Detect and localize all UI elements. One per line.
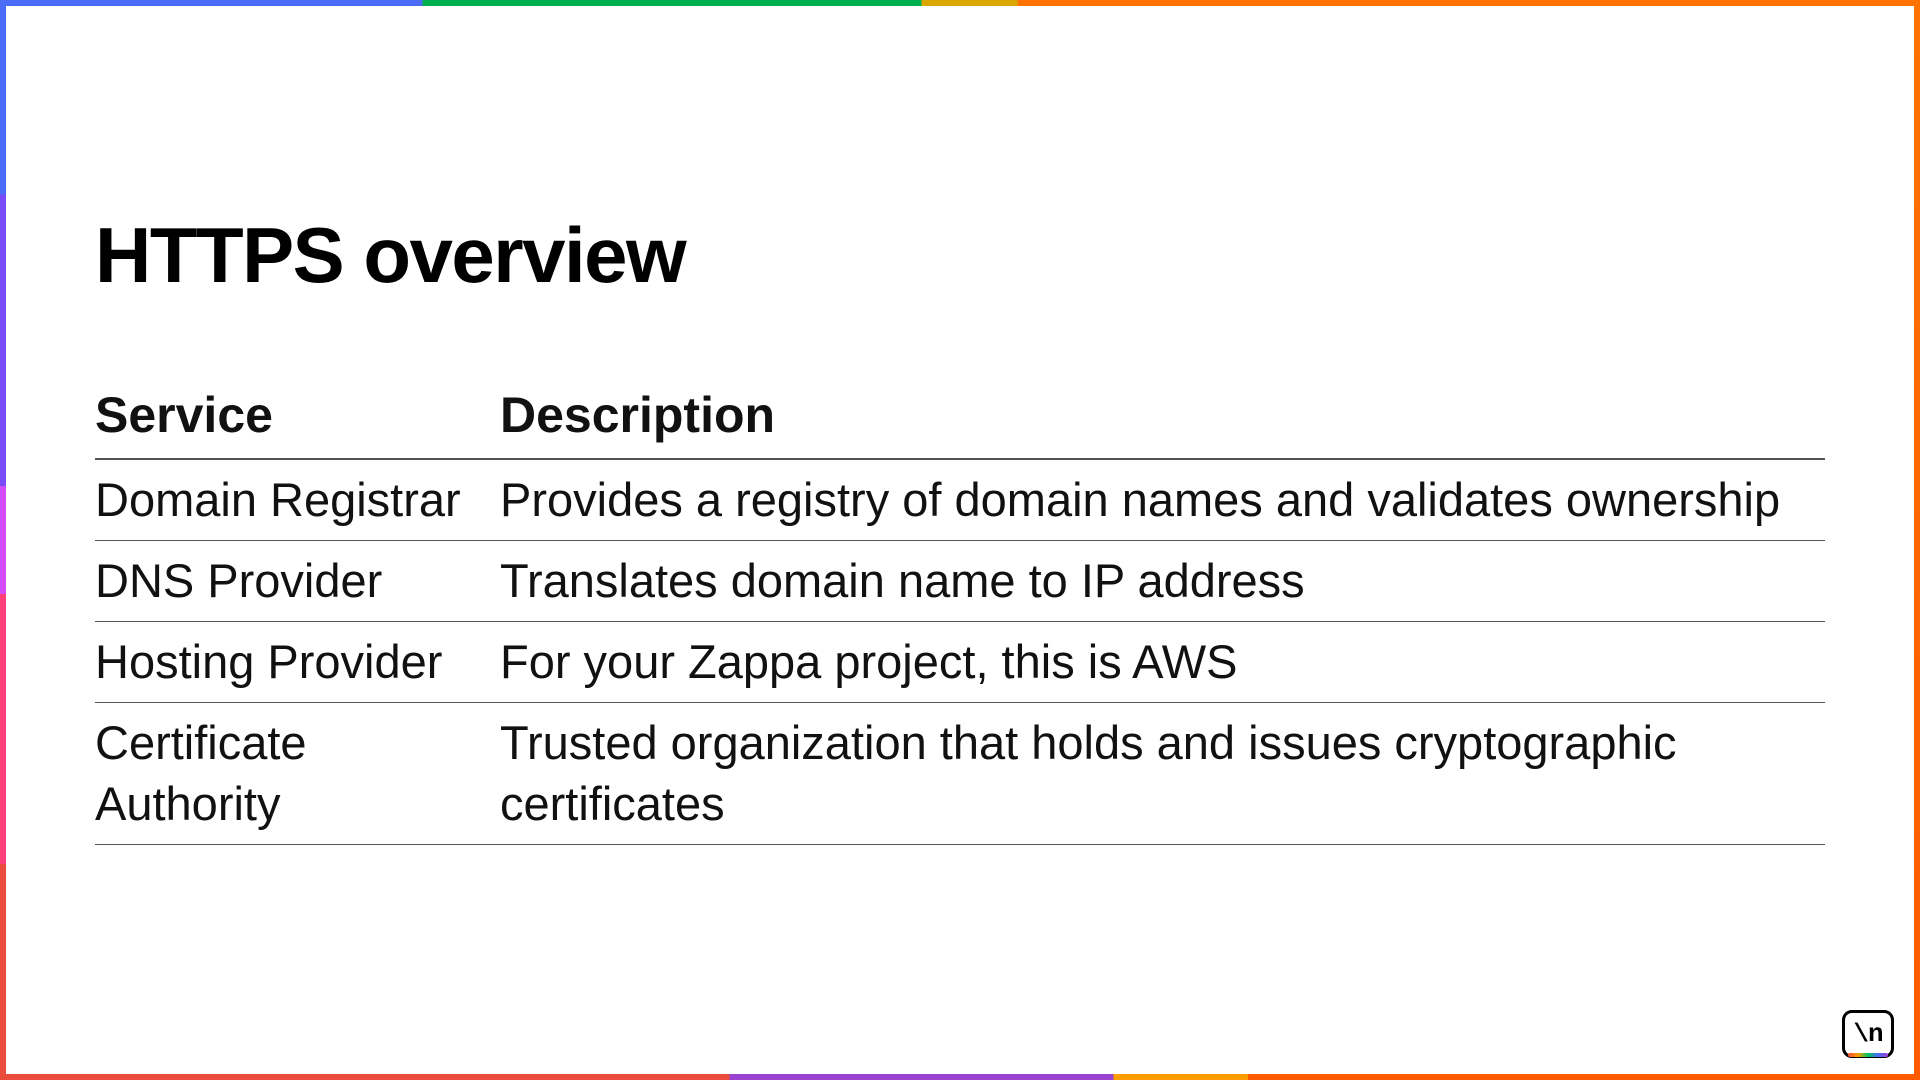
cell-description: Trusted organization that holds and issu…: [500, 703, 1825, 844]
cell-service: Hosting Provider: [95, 622, 500, 703]
cell-service: Certificate Authority: [95, 703, 500, 844]
services-table: Service Description Domain Registrar Pro…: [95, 386, 1825, 845]
cell-description: Provides a registry of domain names and …: [500, 459, 1825, 541]
table-row: Certificate Authority Trusted organizati…: [95, 703, 1825, 844]
table-row: Domain Registrar Provides a registry of …: [95, 459, 1825, 541]
logo-text: \n: [1853, 1019, 1882, 1049]
page-title: HTTPS overview: [95, 210, 1825, 301]
cell-description: For your Zappa project, this is AWS: [500, 622, 1825, 703]
table-header-service: Service: [95, 386, 500, 459]
logo-underline: [1848, 1053, 1888, 1057]
slide-content: HTTPS overview Service Description Domai…: [0, 0, 1920, 1080]
table-row: DNS Provider Translates domain name to I…: [95, 541, 1825, 622]
cell-description: Translates domain name to IP address: [500, 541, 1825, 622]
brand-logo: \n: [1842, 1010, 1894, 1058]
table-row: Hosting Provider For your Zappa project,…: [95, 622, 1825, 703]
cell-service: Domain Registrar: [95, 459, 500, 541]
cell-service: DNS Provider: [95, 541, 500, 622]
table-header-description: Description: [500, 386, 1825, 459]
